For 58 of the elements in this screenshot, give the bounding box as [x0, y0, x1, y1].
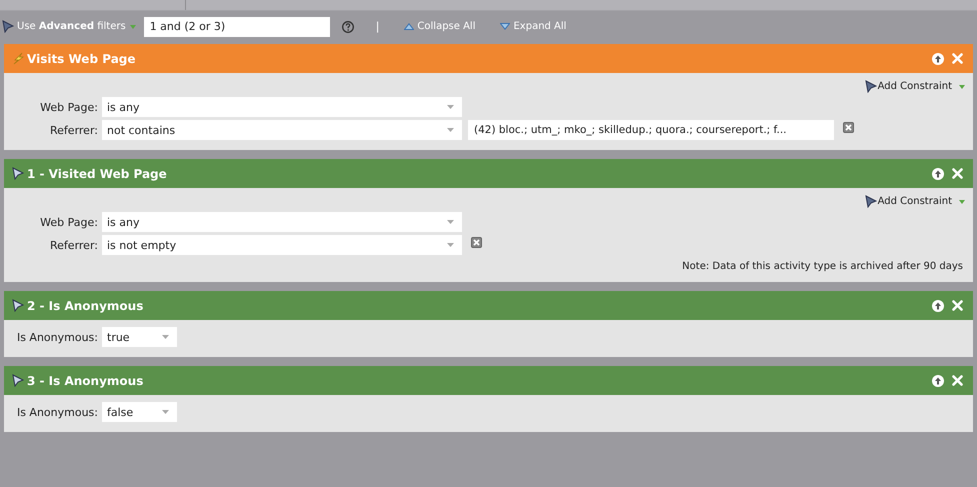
field-label: Web Page: — [39, 216, 99, 228]
dropdown-arrow-icon — [447, 128, 454, 132]
filter-title: 3 - Is Anonymous — [27, 374, 144, 388]
operator-dropdown[interactable]: is not empty — [102, 235, 462, 255]
arrow-up-circle-icon — [932, 374, 944, 386]
logic-input-field[interactable]: 1 and (2 or 3) — [144, 16, 330, 36]
lightning-icon — [12, 52, 24, 65]
filter-header[interactable]: 2 - Is Anonymous — [4, 291, 973, 320]
close-icon — [952, 168, 963, 179]
field-label: Web Page: — [39, 100, 99, 114]
field-label: Referrer: — [49, 238, 99, 252]
field-label: Is Anonymous: — [16, 330, 99, 344]
archive-note: Note: Data of this activity type is archived after 90 days — [682, 261, 963, 272]
caret-icon — [130, 24, 136, 28]
close-icon — [952, 375, 963, 386]
dropdown-arrow-icon — [447, 105, 454, 109]
help-icon — [342, 20, 354, 32]
operator-dropdown[interactable]: is any — [102, 97, 462, 117]
add-constraint-button[interactable]: Add Constraint — [864, 80, 965, 93]
remove-icon — [843, 122, 854, 132]
remove-button[interactable] — [471, 236, 482, 248]
filter-title: 1 - Visited Web Page — [27, 166, 167, 180]
operator-dropdown[interactable]: not contains — [102, 120, 462, 140]
field-label: Referrer: — [49, 124, 99, 136]
arrow-up-circle-icon — [932, 300, 944, 312]
remove-icon — [471, 236, 482, 248]
add-constraint-button[interactable]: Add Constraint — [864, 195, 965, 208]
field-label: Is Anonymous: — [16, 406, 99, 418]
dropdown-arrow-icon — [447, 220, 454, 224]
triangle-down-icon — [500, 23, 510, 30]
operator-dropdown[interactable]: false — [102, 402, 177, 422]
arrow-up-circle-icon — [932, 168, 944, 180]
caret-icon — [959, 200, 965, 204]
arrow-up-circle-icon — [932, 52, 944, 64]
filter-title: Visits Web Page — [27, 52, 136, 66]
close-icon — [952, 53, 963, 64]
close-icon — [952, 300, 963, 311]
filter-header[interactable]: 3 - Is Anonymous — [4, 366, 973, 395]
close-button[interactable] — [952, 168, 963, 179]
close-button[interactable] — [952, 53, 963, 64]
close-button[interactable] — [952, 375, 963, 386]
move-up-button[interactable] — [932, 168, 944, 180]
move-up-button[interactable] — [932, 52, 944, 64]
dropdown-arrow-icon — [162, 335, 169, 339]
remove-button[interactable] — [843, 122, 854, 132]
dropdown-arrow-icon — [447, 243, 454, 247]
value-field[interactable]: (42) bloc.; utm_; mko_; skilledup.; quora.; coursereport.; f... — [468, 120, 834, 140]
separator: | — [376, 20, 380, 33]
move-up-button[interactable] — [932, 374, 944, 386]
triangle-up-icon — [404, 23, 414, 30]
operator-dropdown[interactable]: is any — [102, 212, 462, 232]
dropdown-arrow-icon — [162, 410, 169, 414]
operator-dropdown[interactable]: true — [102, 327, 177, 347]
filter-title: 2 - Is Anonymous — [27, 298, 144, 312]
move-up-button[interactable] — [932, 300, 944, 312]
filter-header[interactable]: 1 - Visited Web Page — [4, 159, 973, 188]
caret-icon — [959, 84, 965, 88]
close-button[interactable] — [952, 300, 963, 311]
